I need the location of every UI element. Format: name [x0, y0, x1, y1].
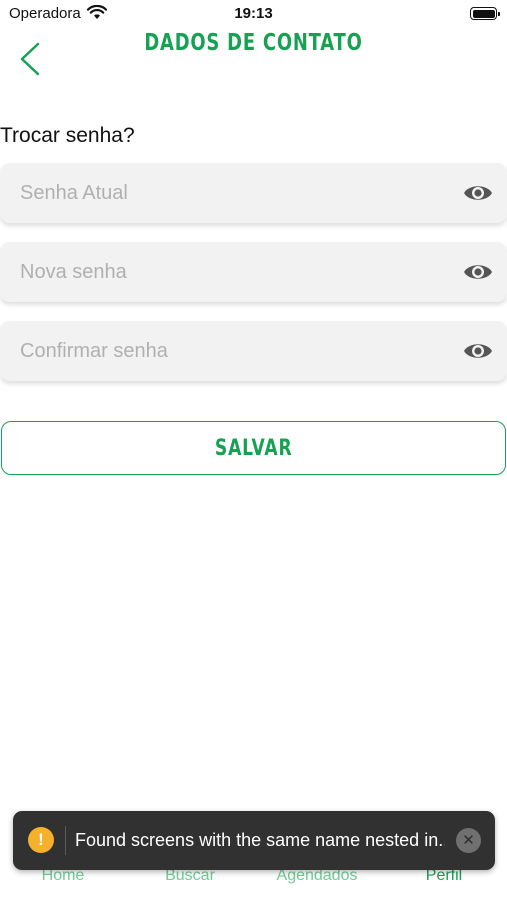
toast-divider [65, 826, 66, 855]
back-button[interactable] [14, 40, 48, 78]
eye-icon[interactable] [463, 260, 493, 284]
current-password-field [0, 163, 507, 223]
close-icon[interactable]: ✕ [456, 828, 481, 853]
status-bar: Operadora 19:13 [0, 0, 507, 28]
new-password-field [0, 242, 507, 302]
section-title: Trocar senha? [0, 124, 135, 147]
page-title: DADOS DE CONTATO [144, 30, 363, 56]
confirm-password-input[interactable] [20, 321, 450, 381]
eye-icon[interactable] [463, 339, 493, 363]
confirm-password-field [0, 321, 507, 381]
chevron-left-icon [20, 42, 40, 76]
save-button-label: SALVAR [214, 435, 293, 461]
new-password-input[interactable] [20, 242, 450, 302]
warning-icon: ! [28, 827, 54, 853]
current-password-input[interactable] [20, 163, 450, 223]
toast-message: Found screens with the same name nested … [75, 830, 445, 850]
eye-icon[interactable] [463, 181, 493, 205]
save-button[interactable]: SALVAR [1, 421, 506, 475]
warning-toast[interactable]: ! Found screens with the same name neste… [13, 811, 495, 870]
clock: 19:13 [234, 5, 273, 22]
battery-icon [470, 7, 500, 20]
